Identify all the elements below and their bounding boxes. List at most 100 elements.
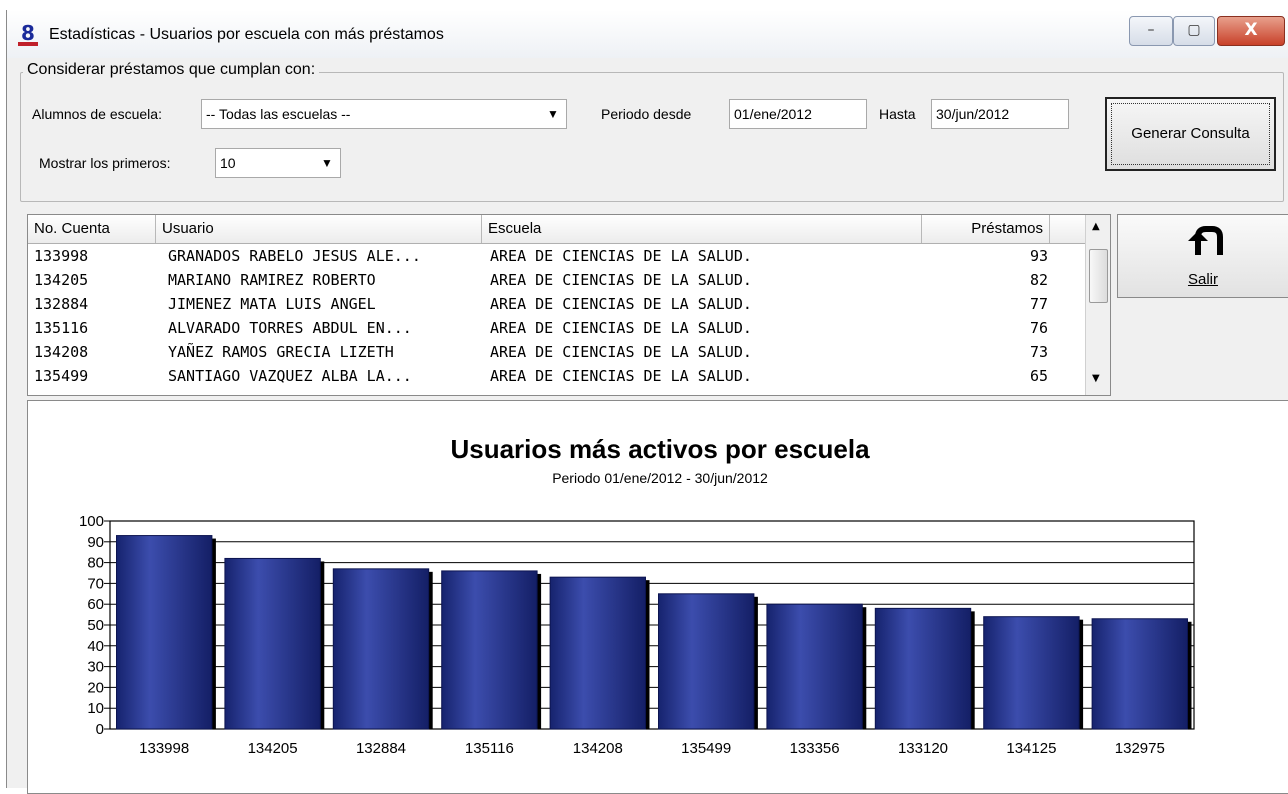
school-cell: AREA DE CIENCIAS DE LA SALUD. — [490, 367, 752, 385]
period-to-input[interactable]: 30/jun/2012 — [931, 99, 1069, 129]
account-cell: 132884 — [34, 295, 89, 313]
minimize-button[interactable]: – — [1129, 16, 1173, 46]
bar — [116, 535, 213, 730]
bar — [874, 607, 972, 730]
maximize-button[interactable]: ▢ — [1173, 16, 1215, 46]
column-header-user[interactable]: Usuario — [156, 215, 482, 243]
scroll-up-arrow-icon[interactable]: ▲ — [1092, 221, 1100, 232]
loans-cell: 65 — [1029, 367, 1048, 385]
period-from-input[interactable]: 01/ene/2012 — [729, 99, 867, 129]
school-cell: AREA DE CIENCIAS DE LA SALUD. — [490, 319, 752, 337]
exit-button[interactable]: Salir — [1117, 214, 1288, 298]
x-tick-label: 132975 — [1115, 740, 1165, 757]
close-button[interactable]: X — [1217, 16, 1285, 46]
x-tick-label: 134208 — [573, 740, 623, 757]
bar-chart: Usuarios más activos por escuela Periodo… — [79, 434, 1195, 757]
bar — [332, 568, 430, 730]
column-header-school[interactable]: Escuela — [482, 215, 922, 243]
user-cell: YAÑEZ RAMOS GRECIA LIZETH — [168, 343, 394, 361]
x-tick-label: 133120 — [898, 740, 948, 757]
school-select[interactable]: -- Todas las escuelas -- ▼ — [201, 99, 567, 129]
school-cell: AREA DE CIENCIAS DE LA SALUD. — [490, 343, 752, 361]
chevron-down-icon[interactable]: ▼ — [315, 150, 339, 176]
statistics-window: 8 Estadísticas - Usuarios por escuela co… — [6, 10, 1288, 794]
account-cell: 135116 — [34, 319, 89, 337]
y-tick-label: 10 — [87, 700, 104, 717]
y-tick-label: 30 — [87, 659, 104, 676]
x-tick-label: 135499 — [681, 740, 731, 757]
period-to-label: Hasta — [879, 106, 916, 122]
return-arrow-icon — [1188, 226, 1223, 255]
table-row[interactable]: 135499 SANTIAGO VAZQUEZ ALBA LA... AREA … — [28, 365, 1078, 389]
account-cell: 134208 — [34, 343, 89, 361]
school-cell: AREA DE CIENCIAS DE LA SALUD. — [490, 247, 752, 265]
account-cell: 134205 — [34, 271, 89, 289]
bar — [224, 557, 321, 730]
user-cell: GRANADOS RABELO JESUS ALE... — [168, 247, 421, 265]
title-bar: 8 Estadísticas - Usuarios por escuela co… — [7, 10, 1288, 58]
y-tick-label: 100 — [79, 513, 104, 530]
user-cell: SANTIAGO VAZQUEZ ALBA LA... — [168, 367, 412, 385]
column-header-loans[interactable]: Préstamos — [922, 215, 1050, 243]
account-cell: 133998 — [34, 247, 89, 265]
grid-vertical-scrollbar[interactable]: ▲ ▼ — [1085, 215, 1110, 395]
chart-panel: Usuarios más activos por escuela Periodo… — [27, 400, 1288, 794]
chart-subtitle: Periodo 01/ene/2012 - 30/jun/2012 — [552, 470, 768, 486]
table-row[interactable]: 135116 ALVARADO TORRES ABDUL EN... AREA … — [28, 317, 1078, 341]
chevron-down-icon[interactable]: ▼ — [541, 101, 565, 127]
filter-groupbox — [20, 72, 1284, 202]
school-label: Alumnos de escuela: — [32, 106, 162, 122]
loans-cell: 76 — [1029, 319, 1048, 337]
loans-cell: 77 — [1029, 295, 1048, 313]
bar — [1091, 618, 1188, 730]
column-header-account[interactable]: No. Cuenta — [28, 215, 156, 243]
chart-title: Usuarios más activos por escuela — [450, 434, 870, 464]
y-tick-label: 50 — [87, 617, 104, 634]
school-cell: AREA DE CIENCIAS DE LA SALUD. — [490, 271, 752, 289]
app-logo-icon: 8 — [17, 23, 39, 46]
results-grid[interactable]: No. Cuenta Usuario Escuela Préstamos 133… — [27, 214, 1111, 396]
period-from-label: Periodo desde — [601, 106, 692, 122]
user-cell: ALVARADO TORRES ABDUL EN... — [168, 319, 412, 337]
x-tick-label: 135116 — [465, 740, 514, 757]
y-tick-label: 0 — [96, 721, 104, 738]
filter-group-label: Considerar préstamos que cumplan con: — [23, 61, 320, 79]
generate-query-button[interactable]: Generar Consulta — [1105, 97, 1276, 171]
bar — [766, 603, 863, 730]
y-tick-label: 80 — [87, 555, 104, 572]
table-row[interactable]: 134205 MARIANO RAMIREZ ROBERTO AREA DE C… — [28, 269, 1078, 293]
user-cell: JIMENEZ MATA LUIS ANGEL — [168, 295, 376, 313]
school-select-value: -- Todas las escuelas -- — [206, 106, 351, 122]
x-tick-label: 134125 — [1006, 740, 1056, 757]
table-row[interactable]: 133998 GRANADOS RABELO JESUS ALE... AREA… — [28, 245, 1078, 269]
loans-cell: 73 — [1029, 343, 1048, 361]
bar — [549, 576, 646, 730]
x-tick-label: 134205 — [248, 740, 298, 757]
table-row[interactable]: 134208 YAÑEZ RAMOS GRECIA LIZETH AREA DE… — [28, 341, 1078, 365]
y-tick-label: 40 — [87, 638, 104, 655]
show-first-value: 10 — [220, 155, 236, 171]
loans-cell: 93 — [1029, 247, 1048, 265]
show-first-label: Mostrar los primeros: — [39, 155, 171, 171]
bar — [983, 616, 1080, 730]
scroll-thumb[interactable] — [1089, 249, 1108, 303]
window-title: Estadísticas - Usuarios por escuela con … — [49, 26, 444, 43]
show-first-select[interactable]: 10 ▼ — [215, 148, 341, 178]
grid-header: No. Cuenta Usuario Escuela Préstamos — [28, 215, 1088, 244]
table-row[interactable]: 132884 JIMENEZ MATA LUIS ANGEL AREA DE C… — [28, 293, 1078, 317]
scroll-down-arrow-icon[interactable]: ▼ — [1092, 373, 1100, 384]
y-tick-label: 60 — [87, 596, 104, 613]
bar — [441, 570, 538, 730]
exit-button-label: Salir — [1187, 271, 1218, 288]
y-tick-label: 70 — [87, 575, 104, 592]
x-tick-label: 132884 — [356, 740, 406, 757]
y-tick-label: 20 — [87, 679, 104, 696]
user-cell: MARIANO RAMIREZ ROBERTO — [168, 271, 376, 289]
y-tick-label: 90 — [87, 534, 104, 551]
x-tick-label: 133356 — [790, 740, 840, 757]
loans-cell: 82 — [1029, 271, 1048, 289]
school-cell: AREA DE CIENCIAS DE LA SALUD. — [490, 295, 752, 313]
bar — [658, 593, 755, 730]
focus-rectangle — [1111, 103, 1270, 165]
account-cell: 135499 — [34, 367, 89, 385]
